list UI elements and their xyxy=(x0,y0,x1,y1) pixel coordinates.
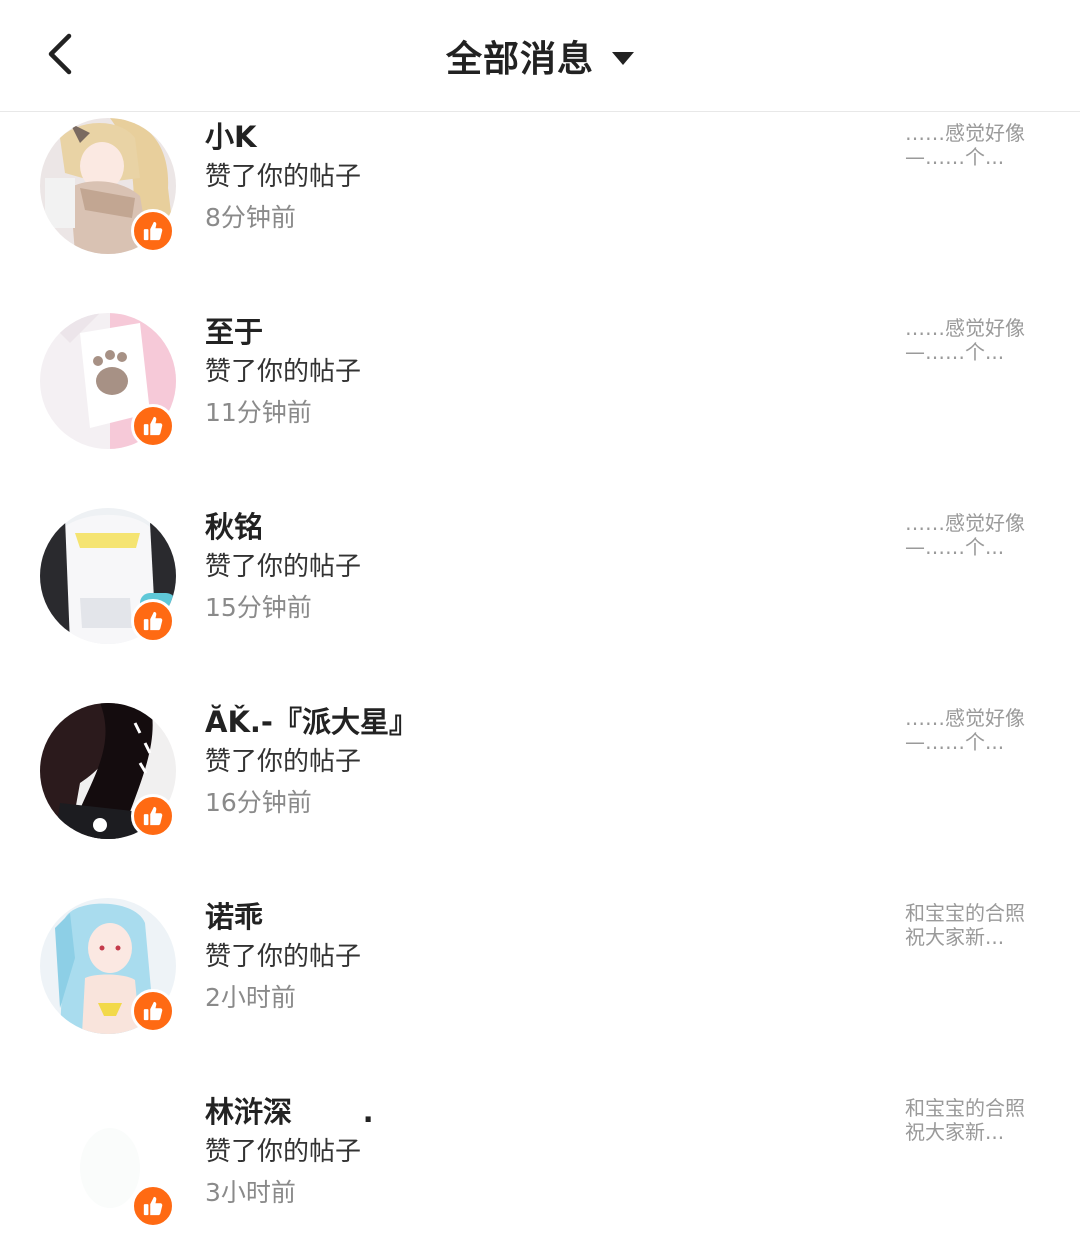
post-preview-line1: ……感觉好像 xyxy=(905,316,1025,340)
sender-name: 小K xyxy=(205,120,257,154)
avatar-container xyxy=(40,703,176,839)
thumbs-up-icon xyxy=(131,599,175,643)
timestamp: 15分钟前 xyxy=(205,593,312,622)
message-filter-dropdown[interactable]: 全部消息 xyxy=(0,0,1080,112)
post-preview[interactable]: 和宝宝的合照 祝大家新... xyxy=(905,1096,1045,1144)
list-item[interactable]: ĂǨ.-『派大星』 赞了你的帖子 16分钟前 ……感觉好像 —……个... xyxy=(0,698,1080,893)
notification-action: 赞了你的帖子 xyxy=(205,942,362,972)
caret-down-icon xyxy=(612,51,634,65)
thumbs-up-icon xyxy=(131,404,175,448)
timestamp: 11分钟前 xyxy=(205,398,312,427)
timestamp: 8分钟前 xyxy=(205,203,296,232)
sender-name: 至于 xyxy=(205,315,264,349)
thumbs-up-icon xyxy=(131,1184,175,1228)
post-preview-line1: 和宝宝的合照 xyxy=(905,1096,1025,1120)
list-item[interactable]: 至于 赞了你的帖子 11分钟前 ……感觉好像 —……个... xyxy=(0,308,1080,503)
sender-name: 诺乖 xyxy=(205,900,264,934)
sender-name: 秋铭 xyxy=(205,510,264,544)
post-preview[interactable]: ……感觉好像 —……个... xyxy=(905,121,1045,169)
timestamp: 16分钟前 xyxy=(205,788,312,817)
post-preview-line2: —……个... xyxy=(905,340,1005,364)
post-preview-line2: 祝大家新... xyxy=(905,1120,1005,1144)
timestamp: 2小时前 xyxy=(205,983,296,1012)
post-preview[interactable]: ……感觉好像 —……个... xyxy=(905,706,1045,754)
avatar-container xyxy=(40,1093,176,1229)
notification-action: 赞了你的帖子 xyxy=(205,357,362,387)
post-preview-line1: 和宝宝的合照 xyxy=(905,901,1025,925)
post-preview-line1: ……感觉好像 xyxy=(905,706,1025,730)
sender-name: 林浒深 . xyxy=(205,1095,374,1129)
post-preview-line1: ……感觉好像 xyxy=(905,511,1025,535)
thumbs-up-icon xyxy=(131,209,175,253)
post-preview-line1: ……感觉好像 xyxy=(905,121,1025,145)
list-item[interactable]: 秋铭 赞了你的帖子 15分钟前 ……感觉好像 —……个... xyxy=(0,503,1080,698)
top-bar: 全部消息 xyxy=(0,0,1080,112)
thumbs-up-icon xyxy=(131,989,175,1033)
page-title: 全部消息 xyxy=(445,39,594,80)
avatar-container xyxy=(40,118,176,254)
notification-action: 赞了你的帖子 xyxy=(205,747,362,777)
post-preview[interactable]: ……感觉好像 —……个... xyxy=(905,316,1045,364)
avatar-container xyxy=(40,898,176,1034)
list-item[interactable]: 小K 赞了你的帖子 8分钟前 ……感觉好像 —……个... xyxy=(0,113,1080,308)
timestamp: 3小时前 xyxy=(205,1178,296,1207)
notification-action: 赞了你的帖子 xyxy=(205,162,362,192)
post-preview[interactable]: ……感觉好像 —……个... xyxy=(905,511,1045,559)
notification-action: 赞了你的帖子 xyxy=(205,1137,362,1167)
notification-action: 赞了你的帖子 xyxy=(205,552,362,582)
post-preview-line2: —……个... xyxy=(905,730,1005,754)
post-preview[interactable]: 和宝宝的合照 祝大家新... xyxy=(905,901,1045,949)
message-list: 小K 赞了你的帖子 8分钟前 ……感觉好像 —……个... 至于 赞了你的帖子 … xyxy=(0,113,1080,1246)
post-preview-line2: —……个... xyxy=(905,145,1005,169)
avatar-container xyxy=(40,508,176,644)
sender-name: ĂǨ.-『派大星』 xyxy=(205,705,418,739)
list-item[interactable]: 林浒深 . 赞了你的帖子 3小时前 和宝宝的合照 祝大家新... xyxy=(0,1088,1080,1246)
thumbs-up-icon xyxy=(131,794,175,838)
avatar-container xyxy=(40,313,176,449)
post-preview-line2: 祝大家新... xyxy=(905,925,1005,949)
post-preview-line2: —……个... xyxy=(905,535,1005,559)
list-item[interactable]: 诺乖 赞了你的帖子 2小时前 和宝宝的合照 祝大家新... xyxy=(0,893,1080,1088)
